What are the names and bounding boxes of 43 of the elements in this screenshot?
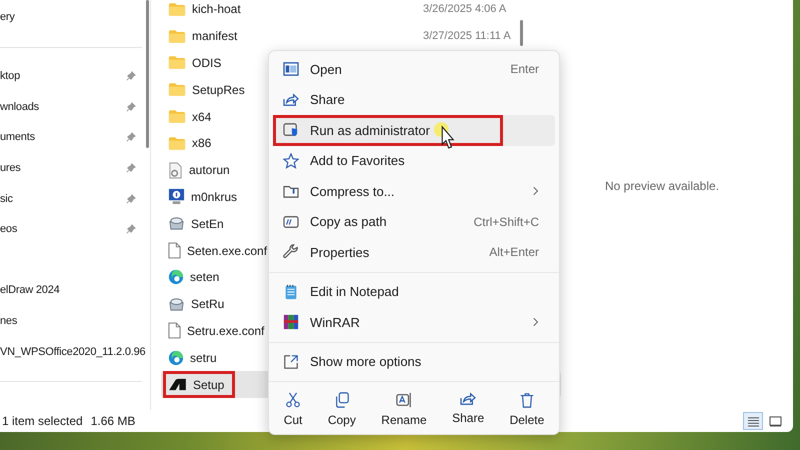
- menu-item-label: Run as administrator: [310, 122, 430, 138]
- file-name: SetRu: [191, 297, 224, 312]
- file-name: SetupRes: [192, 82, 245, 97]
- menu-item-label: Open: [310, 62, 342, 77]
- menu-item-label: Copy as path: [310, 214, 387, 230]
- menu-item-label: Edit in Notepad: [310, 284, 399, 300]
- file-name: manifest: [192, 29, 238, 44]
- menu-item-label: Add to Favorites: [310, 153, 405, 168]
- sidebar-item-label: ures: [0, 162, 21, 174]
- file-name: Seten.exe.conf: [187, 244, 268, 258]
- file-name: autorun: [189, 163, 230, 178]
- sidebar-item-label: VN_WPSOffice2020_11.2.0.96: [0, 346, 146, 358]
- sidebar-item-label: sic: [0, 192, 13, 205]
- file-name: x86: [192, 136, 212, 150]
- menu-item-label: Show more options: [310, 354, 422, 370]
- file-name: Setup: [193, 378, 224, 392]
- file-name: Setru.exe.conf: [187, 324, 264, 338]
- file-name: ODIS: [192, 56, 222, 70]
- file-name: setru: [190, 350, 217, 365]
- sidebar-item-label: uments: [0, 131, 35, 144]
- selection-size: 1.66 MB: [90, 414, 136, 428]
- sidebar-item-label: wnloads: [0, 100, 39, 113]
- menu-item-label: Properties: [310, 244, 370, 260]
- menu-item-label: WinRAR: [310, 314, 360, 330]
- shortcut-label: Ctrl+Shift+C: [474, 214, 539, 229]
- shortcut-label: Enter: [510, 62, 539, 76]
- date-modified: 3/26/2025 4:06 A: [423, 3, 506, 16]
- selection-count: 1 item selected: [2, 414, 83, 428]
- file-name: SetEn: [191, 216, 224, 231]
- file-name: x64: [192, 110, 212, 124]
- file-name: m0nkrus: [191, 190, 238, 204]
- menu-item-label: Compress to...: [310, 184, 395, 199]
- sidebar-item-label: ery: [0, 11, 15, 24]
- file-name: kich-hoat: [192, 2, 241, 16]
- date-modified: 3/27/2025 11:11 A: [423, 30, 511, 42]
- menu-item-label: Share: [310, 92, 345, 108]
- sidebar-item-label: elDraw 2024: [0, 284, 60, 296]
- file-name: seten: [190, 270, 220, 284]
- sidebar-item-label: nes: [0, 314, 18, 327]
- sidebar-item-label: ktop: [0, 70, 20, 82]
- shortcut-label: Alt+Enter: [489, 245, 539, 260]
- preview-message: No preview available.: [604, 179, 720, 193]
- sidebar-item-label: eos: [0, 223, 18, 236]
